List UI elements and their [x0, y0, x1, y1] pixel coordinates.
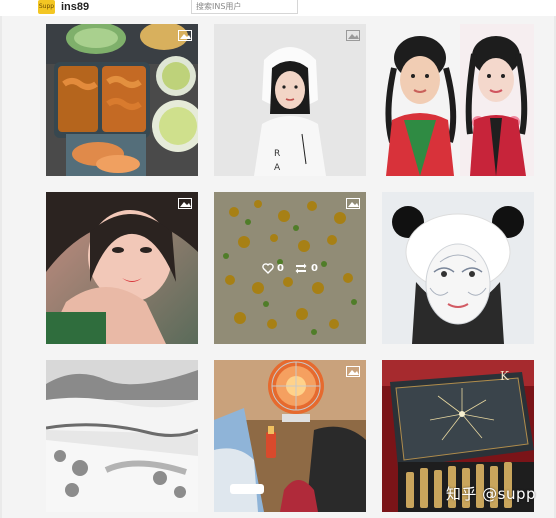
svg-text:A: A	[274, 163, 281, 173]
repost-icon	[295, 263, 307, 273]
photo-room-heater	[214, 360, 366, 512]
grid-tile-4[interactable]	[46, 192, 198, 344]
repost-stat[interactable]: 0	[294, 263, 318, 274]
heart-icon	[262, 262, 274, 274]
grid-tile-6[interactable]	[382, 192, 534, 344]
hover-overlay: 0 0	[214, 192, 366, 344]
photo-grid: R A 0 0 K 知乎 @supp	[0, 16, 556, 518]
grid-tile-2[interactable]: R A	[214, 24, 366, 176]
grid-tile-7[interactable]	[46, 360, 198, 512]
app-logo[interactable]: Supp	[38, 0, 55, 14]
grid-tile-1[interactable]	[46, 24, 198, 176]
grid-tile-5[interactable]: 0 0	[214, 192, 366, 344]
gallery-icon	[346, 198, 360, 209]
search-input[interactable]	[191, 0, 298, 14]
grid-tile-8[interactable]	[214, 360, 366, 512]
top-bar: Supp ins89	[0, 0, 556, 16]
gallery-icon	[178, 198, 192, 209]
photo-girl-mask-panda-headband	[382, 192, 534, 344]
watermark: 知乎 @supp	[445, 485, 536, 503]
photo-girl-closeup	[46, 192, 198, 344]
photo-food-meal-prep	[46, 24, 198, 176]
grid-tile-3[interactable]	[382, 24, 534, 176]
gallery-icon	[178, 30, 192, 41]
svg-text:R: R	[274, 149, 280, 159]
like-stat[interactable]: 0	[262, 263, 284, 274]
brand-title[interactable]: ins89	[61, 0, 89, 14]
photo-girl-white-hoodie: R A	[214, 24, 366, 176]
like-count: 0	[277, 262, 284, 274]
photo-two-girls-pigtails	[382, 24, 534, 176]
svg-text:K: K	[500, 369, 510, 383]
repost-count: 0	[311, 262, 318, 274]
gallery-icon	[346, 366, 360, 377]
gallery-icon	[346, 30, 360, 41]
photo-snowy-landscape	[46, 360, 198, 512]
